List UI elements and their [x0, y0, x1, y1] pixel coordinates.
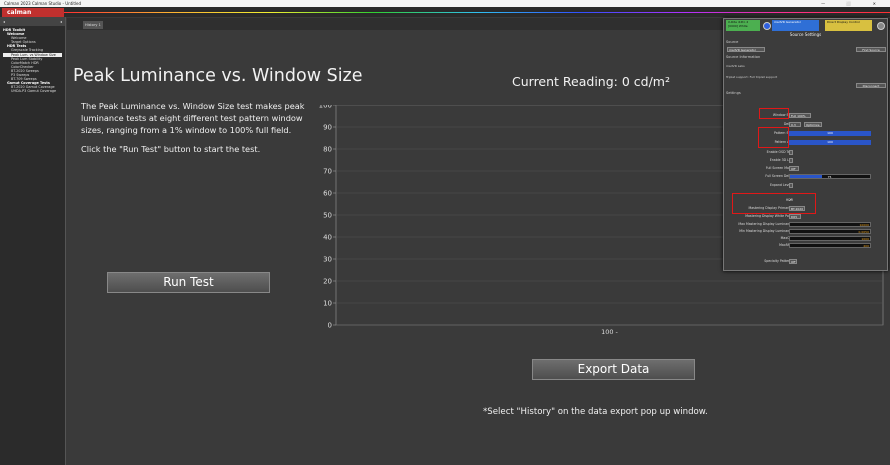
- full-screen-mode-select[interactable]: Off: [789, 166, 799, 171]
- find-source-button[interactable]: Find Source: [856, 47, 886, 52]
- row-maxfall: MaxFALL 400: [724, 243, 887, 248]
- row-pattern-apl: Pattern APL 100: [724, 140, 887, 145]
- pattern-size-slider[interactable]: 100: [789, 131, 871, 136]
- maxfall-input[interactable]: 400: [789, 243, 871, 248]
- expand-levels-checkbox[interactable]: [789, 183, 793, 188]
- row-window-size: Window Size Full 100%: [724, 113, 887, 118]
- enable-osd-checkbox[interactable]: [789, 150, 793, 155]
- pattern-apl-slider[interactable]: 100: [789, 140, 871, 145]
- run-test-button[interactable]: Run Test: [107, 272, 270, 293]
- y-tick-label: 40: [323, 234, 332, 242]
- mastering-white-label: Mastering Display White Point: [745, 214, 793, 218]
- mastering-white-select[interactable]: D65: [789, 214, 801, 219]
- y-tick-label: 10: [323, 300, 332, 308]
- row-full-screen-mode: Full Screen Mode Off: [724, 166, 887, 171]
- disconnect-button[interactable]: Disconnect: [856, 83, 886, 88]
- sidebar-header: ◂ ◂: [0, 17, 65, 26]
- source-select[interactable]: madVR Generator: [727, 47, 765, 52]
- y-tick-label: 50: [323, 212, 332, 220]
- highlight-pattern: [758, 127, 789, 148]
- window-controls[interactable]: — ⬜ ✕: [821, 0, 886, 7]
- tab-label: History 1: [85, 23, 101, 27]
- row-enable-3dlut: Enable 3D LUT: [724, 158, 887, 163]
- optimize-button[interactable]: Optimize: [804, 122, 822, 127]
- calman-logo[interactable]: calman: [2, 8, 64, 17]
- connect-icon[interactable]: [763, 22, 771, 30]
- row-expand-levels: Expand Levels: [724, 183, 887, 188]
- collapse-icon[interactable]: ◂: [3, 19, 5, 24]
- settings-section-label: Settings: [726, 91, 741, 95]
- window-size-select[interactable]: Full 100%: [789, 113, 811, 118]
- y-tick-label: 80: [323, 146, 332, 154]
- min-lum-label: Min Mastering Display Luminance: [739, 229, 793, 233]
- source-section-label: Source: [726, 40, 739, 44]
- highlight-hdr: [732, 193, 816, 214]
- sidebar-nav: HDR Toolkit Welcome Welcome Target Options H…: [0, 26, 65, 96]
- source-settings-panel: X-Rite i1Pro 2 [0000] White madVR Genera…: [723, 18, 888, 271]
- display-name: Direct Display Control: [827, 20, 860, 24]
- meter-device-button[interactable]: X-Rite i1Pro 2 [0000] White: [726, 20, 760, 31]
- y-tick-label: 100: [319, 105, 332, 110]
- y-tick-label: 30: [323, 256, 332, 264]
- specialty-select[interactable]: Off: [789, 259, 797, 264]
- export-data-button[interactable]: Export Data: [532, 359, 695, 380]
- y-tick-label: 70: [323, 168, 332, 176]
- row-min-lum: Min Mastering Display Luminance 0.0050: [724, 229, 887, 234]
- settings-gear-icon[interactable]: [877, 22, 885, 30]
- current-reading: Current Reading: 0 cd/m²: [512, 74, 670, 89]
- y-tick-label: 60: [323, 190, 332, 198]
- enable-3dlut-checkbox[interactable]: [789, 158, 793, 163]
- delay-input[interactable]: 0.3: [789, 122, 801, 127]
- source-info-triplet: Triplet support: Full triplet support: [726, 75, 778, 79]
- y-tick-label: 0: [328, 322, 332, 330]
- tab-history-1[interactable]: History 1: [83, 21, 103, 29]
- test-description: The Peak Luminance vs. Window Size test …: [81, 101, 305, 135]
- row-delay: Delay 0.3 Optimize: [724, 122, 887, 127]
- sidebar: ◂ ◂ HDR Toolkit Welcome Welcome Target Opti…: [0, 17, 66, 465]
- export-footnote: *Select "History" on the data export pop…: [483, 407, 708, 417]
- window-title: Calman 2023 Calman Studio - Untitled: [4, 1, 82, 6]
- meter-mode: [0000] White: [728, 23, 748, 28]
- expand-icon[interactable]: ◂: [60, 19, 62, 24]
- source-info-label: Source Information: [726, 55, 761, 59]
- max-lum-label: Max Mastering Display Luminance: [738, 222, 793, 226]
- row-full-screen-delay: Full Screen Delay 75: [724, 174, 887, 179]
- full-screen-delay-slider[interactable]: 75: [789, 174, 871, 179]
- row-maxcll: MaxCLL 1000: [724, 236, 887, 241]
- maxcll-input[interactable]: 1000: [789, 236, 871, 241]
- sidebar-item[interactable]: UHDA-P3 Gamut Coverage: [3, 89, 62, 93]
- panel-title: Source Settings: [789, 32, 822, 37]
- test-instruction: Click the "Run Test" button to start the…: [81, 144, 261, 154]
- page-title: Peak Luminance vs. Window Size: [73, 66, 363, 86]
- generator-name: madVR Generator: [774, 20, 801, 24]
- row-max-lum: Max Mastering Display Luminance 10000: [724, 222, 887, 227]
- y-tick-label: 20: [323, 278, 332, 286]
- row-specialty: Specialty Patterns Off: [724, 259, 887, 264]
- title-bar: Calman 2023 Calman Studio - Untitled — ⬜…: [0, 0, 890, 7]
- display-device-button[interactable]: Direct Display Control: [825, 20, 872, 31]
- row-enable-osd: Enable OSD Text: [724, 150, 887, 155]
- min-lum-input[interactable]: 0.0050: [789, 229, 871, 234]
- max-lum-input[interactable]: 10000: [789, 222, 871, 227]
- rainbow-stripe: [64, 12, 890, 13]
- source-info-vendor: madVR Labs: [726, 64, 745, 68]
- generator-device-button[interactable]: madVR Generator: [772, 20, 819, 31]
- row-pattern-size: Pattern Size 100: [724, 131, 887, 136]
- highlight-window-size: [759, 108, 789, 119]
- y-tick-label: 90: [323, 124, 332, 132]
- row-mastering-white: Mastering Display White Point D65: [724, 214, 887, 219]
- logo-text: calman: [7, 9, 32, 16]
- x-tick-label: 100 -: [601, 328, 618, 336]
